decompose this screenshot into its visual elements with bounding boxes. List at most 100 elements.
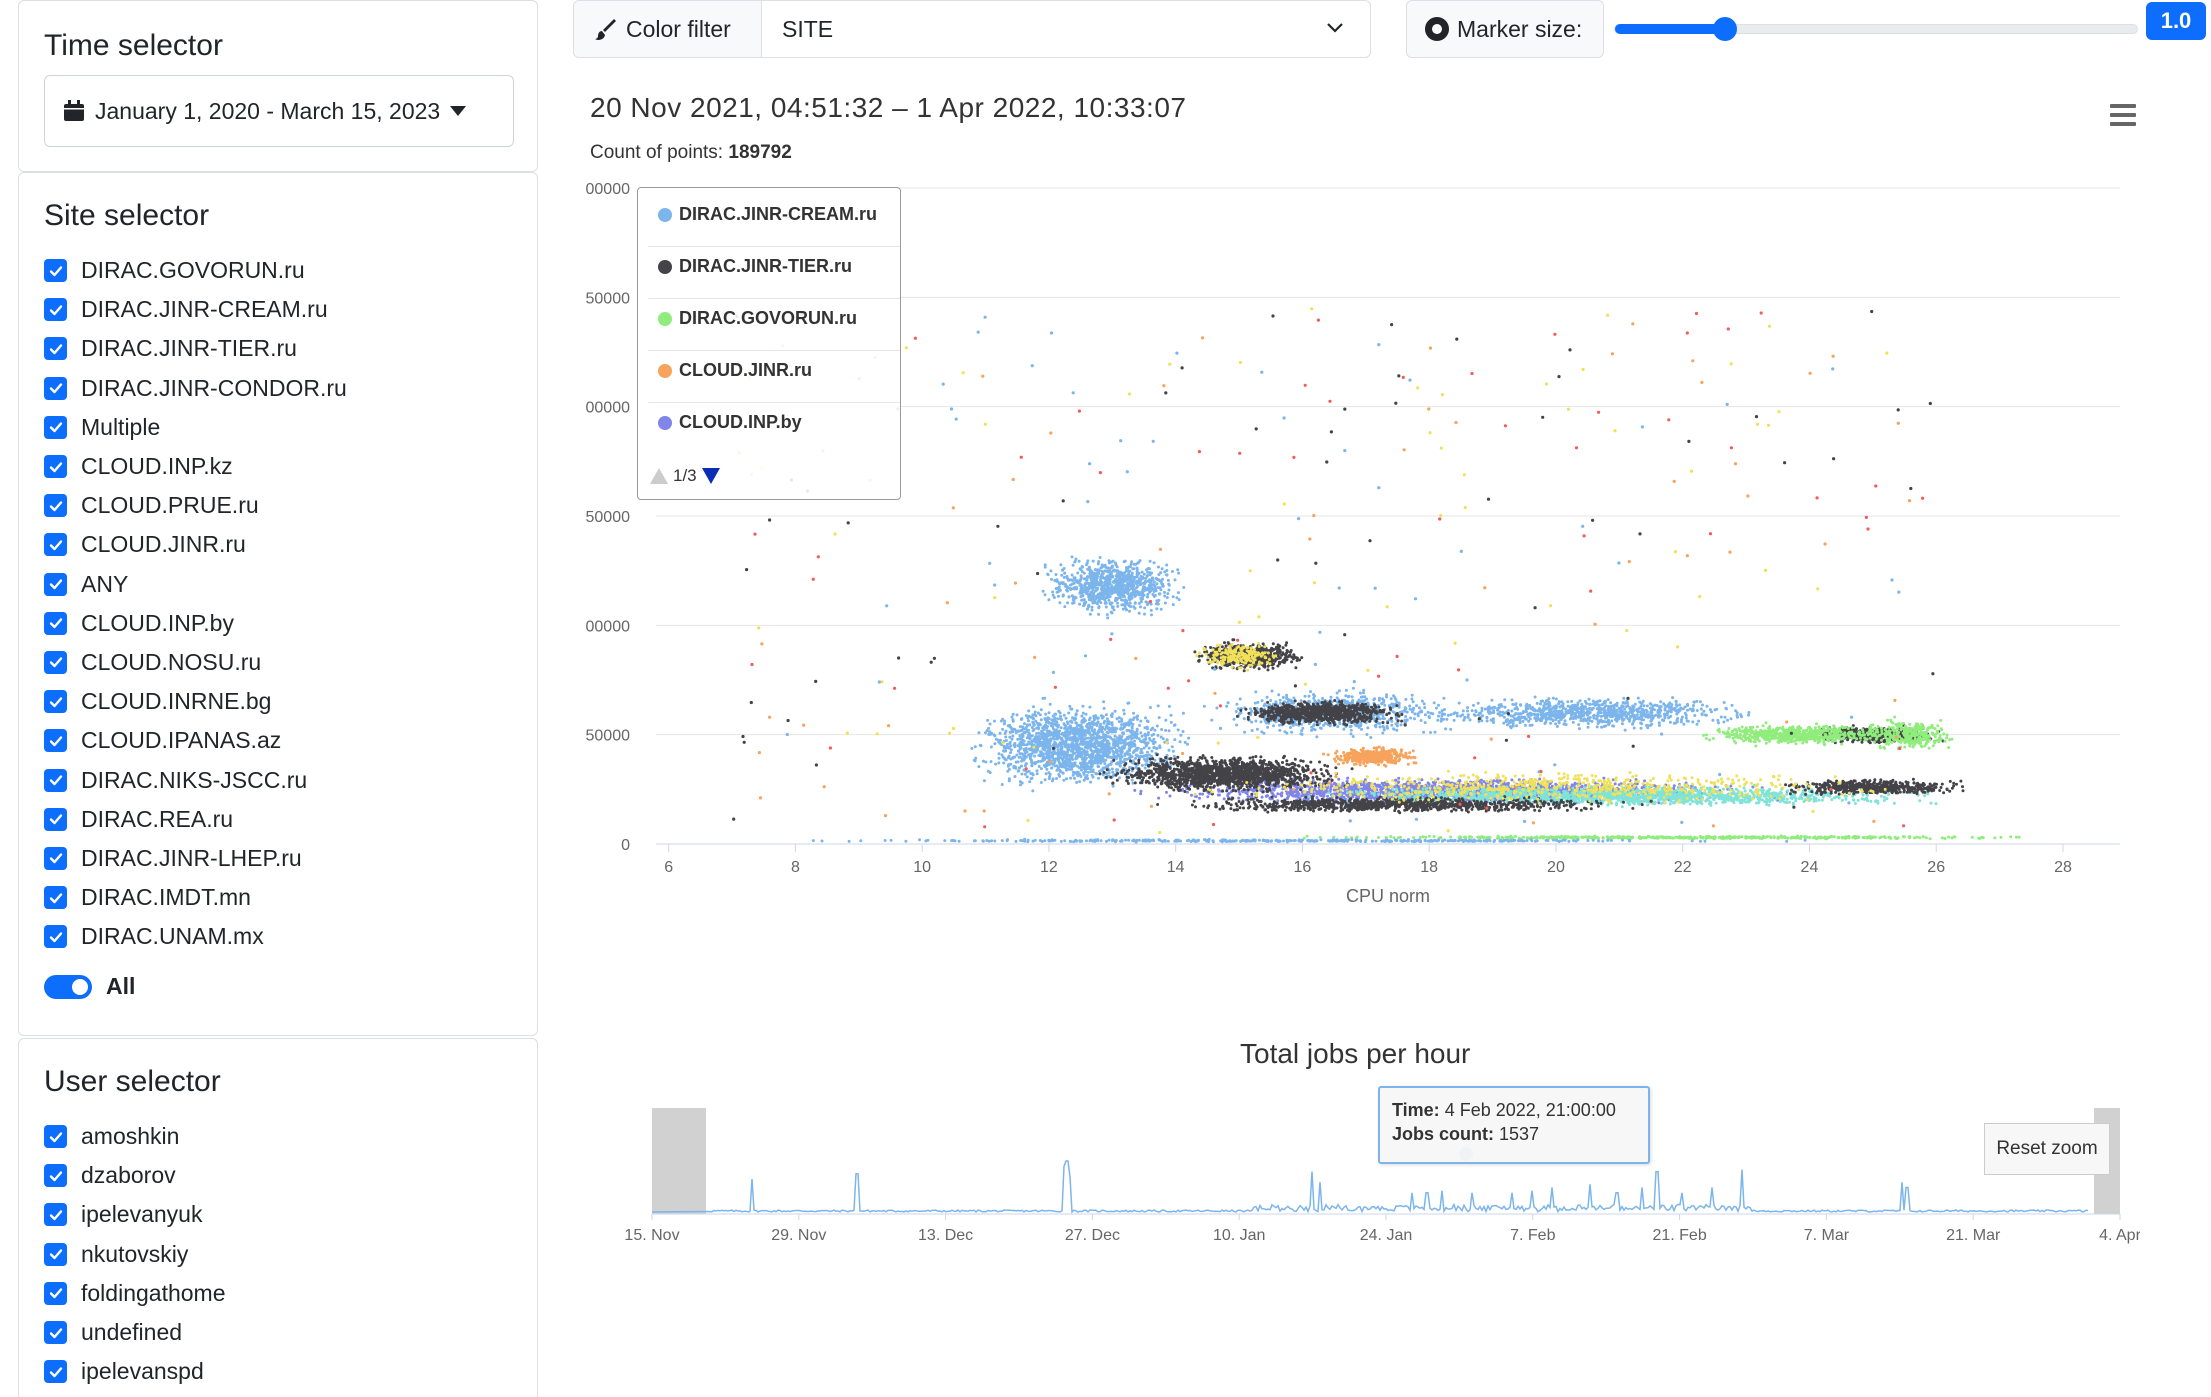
site-checkbox-row[interactable]: DIRAC.REA.ru [44, 800, 347, 839]
site-checkbox-label: DIRAC.NIKS-JSCC.ru [81, 766, 308, 793]
x-tick-label: 8 [791, 859, 800, 876]
user-selector-title: User selector [44, 1065, 221, 1098]
time-selector-title: Time selector [44, 29, 223, 62]
site-checkbox-label: DIRAC.JINR-TIER.ru [81, 335, 297, 362]
jobs-x-tick-label: 13. Dec [918, 1227, 973, 1244]
site-checkbox[interactable] [44, 455, 67, 479]
site-checkbox-row[interactable]: DIRAC.JINR-LHEP.ru [44, 839, 347, 878]
site-checkbox[interactable] [44, 690, 67, 714]
all-sites-toggle[interactable] [44, 974, 92, 999]
site-checkbox-label: CLOUD.PRUE.ru [81, 492, 259, 519]
site-checkbox-row[interactable]: CLOUD.IPANAS.az [44, 721, 347, 760]
user-checkbox[interactable] [44, 1242, 67, 1266]
site-checkbox-label: DIRAC.UNAM.mx [81, 923, 264, 950]
jobs-series-line [651, 1160, 2089, 1214]
site-checkbox[interactable] [44, 846, 67, 870]
site-checkbox[interactable] [44, 650, 67, 674]
date-range-text: January 1, 2020 - March 15, 2023 [95, 97, 441, 124]
scatter-range-title: 20 Nov 2021, 04:51:32 – 1 Apr 2022, 10:3… [590, 92, 1187, 123]
marker-size-slider[interactable] [1614, 17, 2138, 41]
legend-marker [658, 311, 672, 326]
site-checkbox-row[interactable]: DIRAC.JINR-TIER.ru [44, 329, 347, 368]
user-checkbox-label: foldingathome [81, 1279, 226, 1306]
user-checkbox[interactable] [44, 1203, 67, 1227]
site-checkbox-row[interactable]: CLOUD.INP.kz [44, 447, 347, 486]
all-sites-label: All [106, 973, 136, 999]
site-checkbox[interactable] [44, 925, 67, 949]
reset-zoom-button[interactable]: Reset zoom [1984, 1123, 2110, 1175]
user-checkbox[interactable] [44, 1321, 67, 1345]
legend-item[interactable]: CLOUD.JINR.ru [658, 360, 812, 381]
site-checkbox[interactable] [44, 768, 67, 792]
user-checkbox-row[interactable]: amoshkin [44, 1117, 226, 1156]
legend-next-page-icon[interactable] [701, 468, 720, 484]
site-checkbox-label: DIRAC.IMDT.mn [81, 884, 251, 911]
site-checkbox[interactable] [44, 259, 67, 283]
site-selector-card: Site selector DIRAC.GOVORUN.ru DIRAC.JINR… [18, 172, 538, 1036]
site-checkbox[interactable] [44, 572, 67, 596]
jobs-per-hour-chart[interactable]: 15. Nov 29. Nov 13. Dec 27. Dec 10. Jan 24. J… [600, 1090, 2140, 1260]
site-checkbox[interactable] [44, 376, 67, 400]
user-checkbox-row[interactable]: ipelevanyuk [44, 1195, 226, 1234]
site-checkbox[interactable] [44, 494, 67, 518]
user-checkbox-row[interactable]: ipelevanspd [44, 1352, 226, 1391]
site-checkbox[interactable] [44, 611, 67, 635]
jobs-x-tick-label: 24. Jan [1360, 1227, 1412, 1244]
site-checkbox-label: CLOUD.INP.by [81, 609, 234, 636]
site-checkbox-row[interactable]: CLOUD.INP.by [44, 604, 347, 643]
site-checkbox-row[interactable]: DIRAC.NIKS-JSCC.ru [44, 760, 347, 799]
caret-down-icon [450, 106, 467, 116]
user-checkbox[interactable] [44, 1360, 67, 1384]
site-checkbox-row[interactable]: CLOUD.PRUE.ru [44, 486, 347, 525]
site-checkbox[interactable] [44, 298, 67, 322]
site-checkbox-row[interactable]: ANY [44, 565, 347, 604]
legend-prev-page-icon[interactable] [650, 468, 668, 484]
y-tick-label: 00000 [586, 400, 631, 417]
site-checkbox-row[interactable]: DIRAC.JINR-CREAM.ru [44, 290, 347, 329]
site-checkbox-row[interactable]: Multiple [44, 408, 347, 447]
legend-item[interactable]: DIRAC.GOVORUN.ru [658, 308, 857, 329]
marker-size-label-box: Marker size: [1406, 0, 1604, 58]
user-checkbox-row[interactable]: nkutovskiy [44, 1235, 226, 1274]
site-checkbox-row[interactable]: DIRAC.UNAM.mx [44, 917, 347, 956]
points-count-value: 189792 [728, 142, 792, 163]
jobs-tooltip: Time: 4 Feb 2022, 21:00:00 Jobs count: 1… [1378, 1086, 1650, 1164]
site-checkbox-row[interactable]: DIRAC.JINR-CONDOR.ru [44, 369, 347, 408]
calendar-icon [63, 100, 85, 122]
site-checkbox[interactable] [44, 533, 67, 557]
legend-item[interactable]: DIRAC.JINR-TIER.ru [658, 256, 852, 277]
legend-item[interactable]: CLOUD.INP.by [658, 412, 802, 433]
site-checkbox-row[interactable]: CLOUD.NOSU.ru [44, 643, 347, 682]
user-checkbox-row[interactable]: undefined [44, 1313, 226, 1352]
user-checkbox-row[interactable]: foldingathome [44, 1274, 226, 1313]
user-checkbox[interactable] [44, 1164, 67, 1188]
user-checkbox[interactable] [44, 1281, 67, 1305]
user-checkbox-row[interactable]: kshtejer [44, 1391, 226, 1397]
x-tick-label: 12 [1040, 859, 1058, 876]
site-checkbox[interactable] [44, 886, 67, 910]
user-checkbox-row[interactable]: dzaborov [44, 1156, 226, 1195]
date-range-picker[interactable]: January 1, 2020 - March 15, 2023 [44, 75, 514, 147]
color-filter-group: Color filter SITE [573, 0, 1371, 58]
site-checkbox[interactable] [44, 337, 67, 361]
site-checkbox-row[interactable]: CLOUD.JINR.ru [44, 525, 347, 564]
jobs-x-tick-label: 29. Nov [771, 1227, 826, 1244]
marker-size-slider-thumb[interactable] [1713, 17, 1738, 41]
all-sites-toggle-row[interactable]: All [44, 973, 135, 1000]
y-tick-label: 00000 [586, 618, 631, 635]
site-checkbox[interactable] [44, 729, 67, 753]
color-filter-select[interactable]: SITE [762, 1, 1370, 57]
site-checkbox-row[interactable]: DIRAC.GOVORUN.ru [44, 251, 347, 290]
points-count-label: Count of points: [590, 142, 724, 163]
legend-item[interactable]: DIRAC.JINR-CREAM.ru [658, 204, 877, 225]
site-checkbox-row[interactable]: CLOUD.INRNE.bg [44, 682, 347, 721]
legend-marker [658, 415, 672, 430]
site-checkbox-row[interactable]: DIRAC.IMDT.mn [44, 878, 347, 917]
site-checkbox[interactable] [44, 807, 67, 831]
user-checkbox[interactable] [44, 1125, 67, 1149]
x-tick-label: 26 [1927, 859, 1945, 876]
y-tick-label: 00000 [586, 181, 631, 198]
legend-marker [658, 207, 672, 222]
site-checkbox[interactable] [44, 415, 67, 439]
chart-menu-icon[interactable] [2110, 104, 2136, 126]
